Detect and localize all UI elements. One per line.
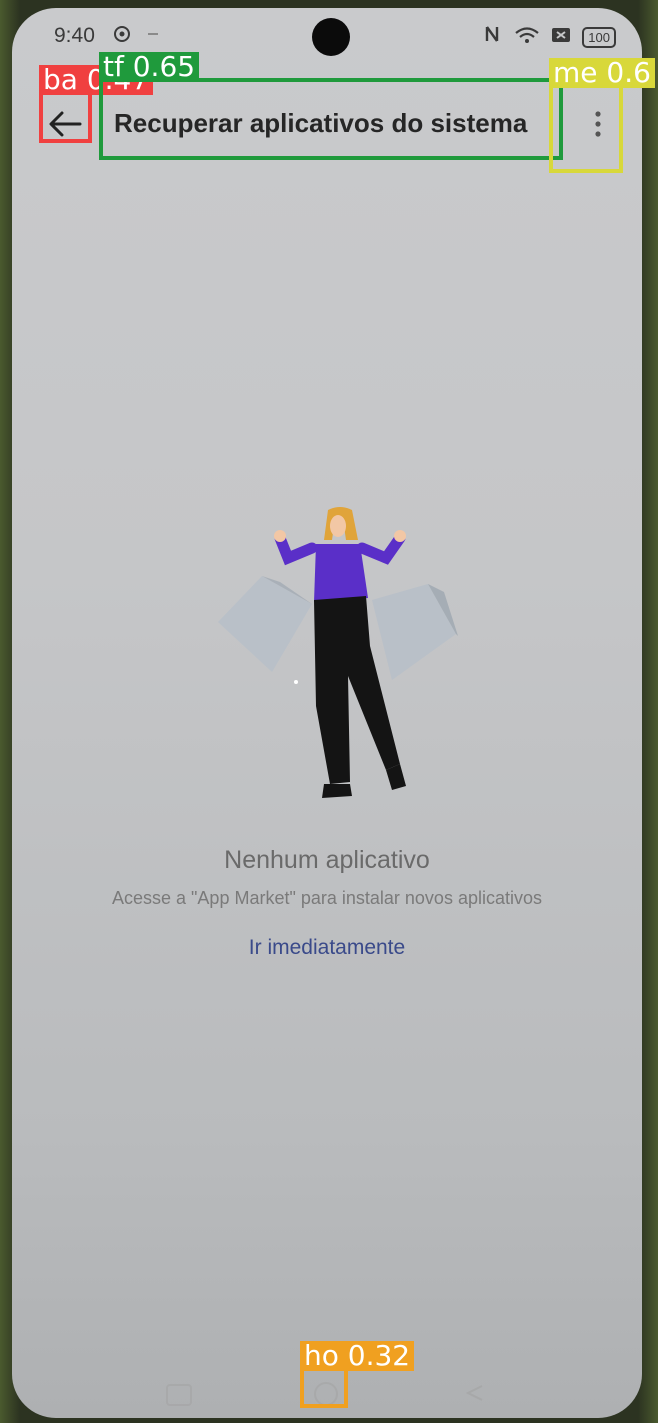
empty-state-title: Nenhum aplicativo	[224, 846, 430, 874]
battery-icon: 100	[582, 26, 616, 48]
wifi-icon	[514, 25, 540, 50]
go-now-link[interactable]: Ir imediatamente	[12, 936, 642, 960]
nav-back-button[interactable]	[464, 1384, 486, 1402]
detection-box-title	[99, 78, 563, 160]
status-icons: 100	[482, 24, 616, 50]
detection-label-menu: me 0.6	[549, 58, 655, 88]
detection-label-home: ho 0.32	[300, 1341, 415, 1371]
minus-icon	[146, 24, 166, 44]
status-time: 9:40	[54, 24, 95, 47]
nav-recent-button[interactable]	[166, 1384, 192, 1406]
detection-label-title: tf 0.65	[99, 52, 200, 82]
front-camera	[312, 18, 350, 56]
empty-state-subtitle: Acesse a "App Market" para instalar novo…	[112, 888, 542, 908]
settings-icon	[112, 24, 132, 44]
phone-frame: 9:40 100 Recuperar aplicativos do sistem…	[0, 0, 658, 1423]
empty-state-illustration	[218, 507, 458, 798]
detection-box-home	[300, 1366, 348, 1408]
screen: 9:40 100 Recuperar aplicativos do sistem…	[12, 8, 642, 1418]
detection-box-back	[39, 89, 92, 143]
sim-off-icon	[550, 25, 572, 50]
nfc-icon	[482, 24, 504, 50]
detection-box-menu	[549, 82, 623, 173]
